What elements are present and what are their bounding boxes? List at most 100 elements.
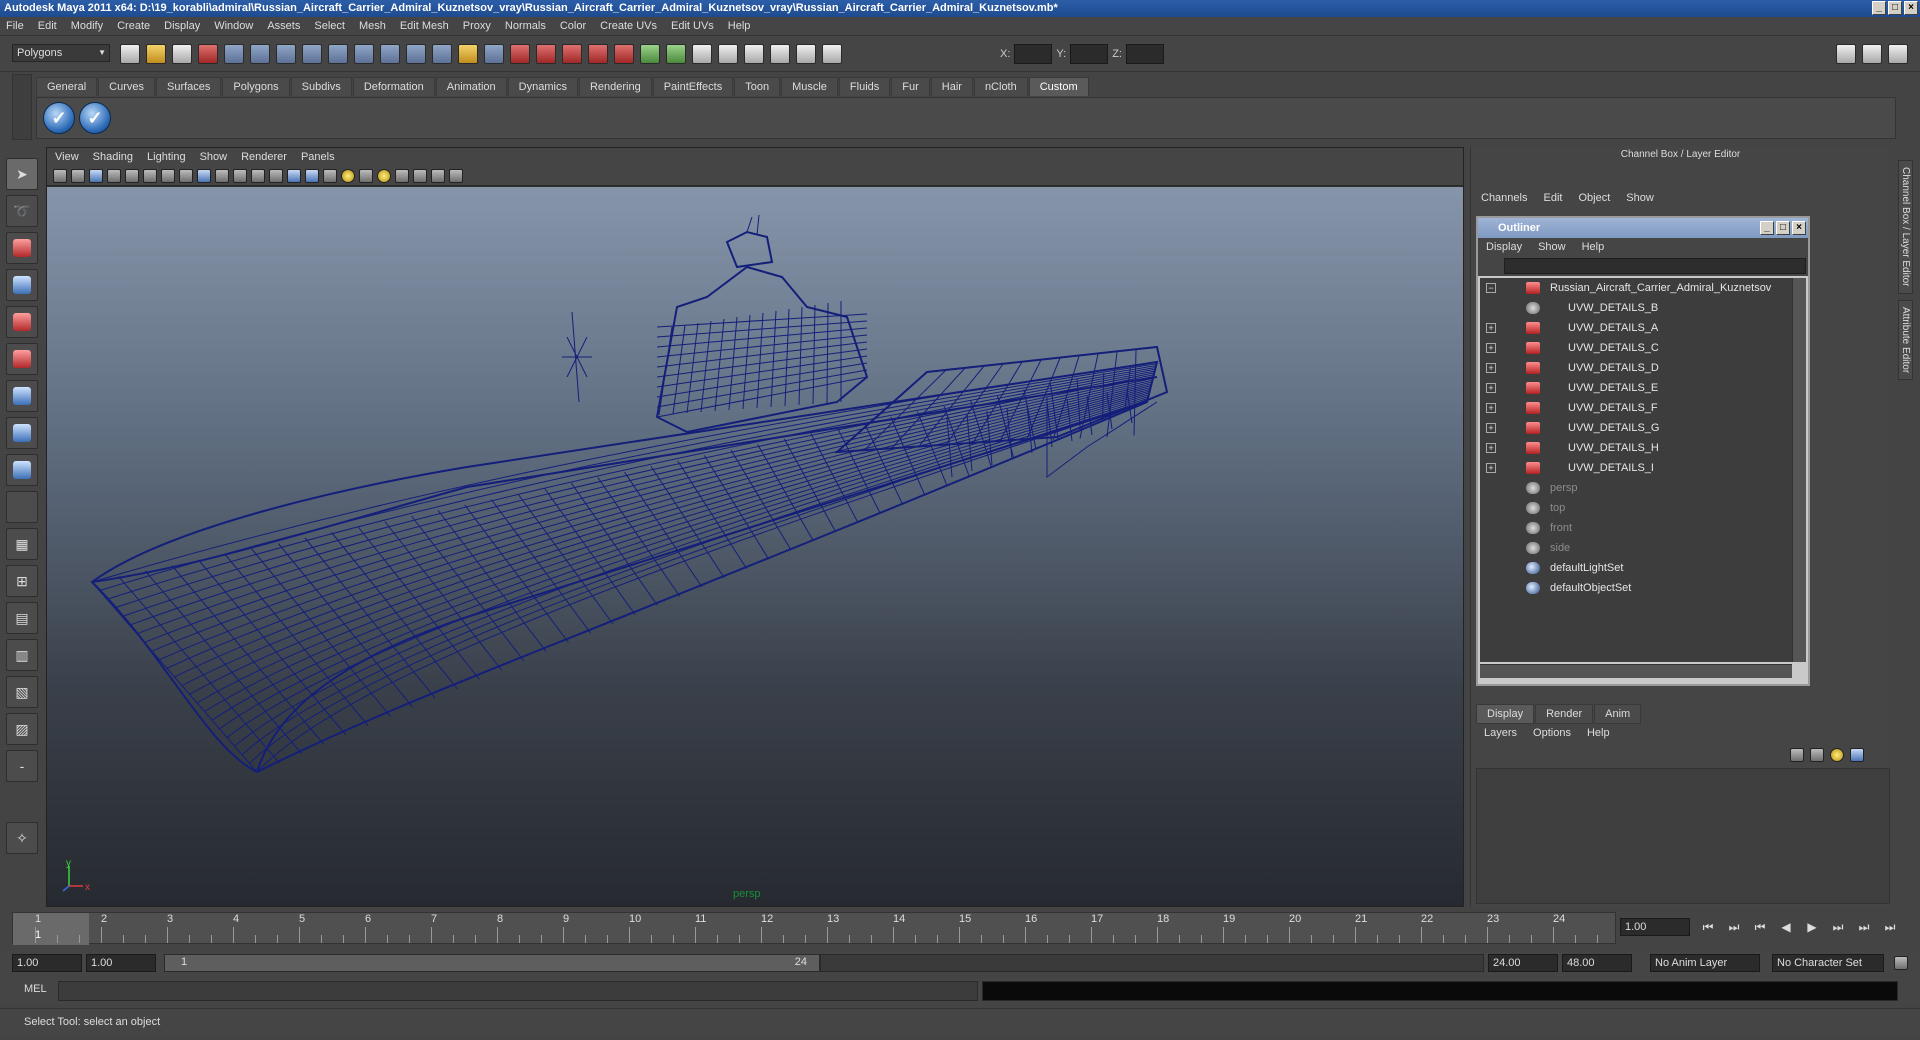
layer-options-menu[interactable]: Options <box>1533 727 1571 739</box>
expand-icon[interactable]: + <box>1486 423 1496 433</box>
outliner-filter-input[interactable] <box>1504 258 1806 274</box>
toggle-channel-box-icon[interactable] <box>1888 44 1908 64</box>
output-ops-icon[interactable] <box>666 44 686 64</box>
time-slider[interactable]: 1 1 2 3 4 5 6 7 8 9 10 11 12 13 14 15 16 17 18 19 20 21 22 23 2… <box>12 912 1616 945</box>
outliner-set-item[interactable]: defaultLightSet <box>1480 558 1792 578</box>
expand-icon[interactable]: + <box>1486 403 1496 413</box>
hypershade-icon[interactable] <box>588 44 608 64</box>
wireframe-on-shaded-icon[interactable] <box>305 168 319 183</box>
use-all-lights-icon[interactable] <box>341 168 355 183</box>
range-slider-handle[interactable]: 1 24 <box>164 954 820 972</box>
shelf-check-button-2[interactable]: ✓ <box>79 102 111 134</box>
shelf-tab-fur[interactable]: Fur <box>891 77 930 96</box>
layout-four-view[interactable]: ⊞ <box>6 565 38 597</box>
collapse-icon[interactable]: − <box>1486 283 1496 293</box>
hypergraph-icon[interactable] <box>744 44 764 64</box>
transform-absolute-icon[interactable] <box>822 44 842 64</box>
menu-edit-uvs[interactable]: Edit UVs <box>671 20 714 32</box>
shelf-tab-dynamics[interactable]: Dynamics <box>507 77 578 96</box>
range-slider-track[interactable] <box>820 954 1484 972</box>
shelf-tab-curves[interactable]: Curves <box>98 77 155 96</box>
ipr-render-icon[interactable] <box>536 44 556 64</box>
shelf-tab-deformation[interactable]: Deformation <box>352 77 435 96</box>
panel-menu-lighting[interactable]: Lighting <box>147 151 186 163</box>
layer-help-menu[interactable]: Help <box>1587 727 1610 739</box>
panel-menu-panels[interactable]: Panels <box>301 151 335 163</box>
help-icon[interactable] <box>432 44 452 64</box>
history-icon[interactable] <box>406 44 426 64</box>
make-live-icon[interactable] <box>380 44 400 64</box>
panel-menu-shading[interactable]: Shading <box>93 151 133 163</box>
select-component-icon[interactable] <box>250 44 270 64</box>
play-forward-button[interactable]: ▶ <box>1804 920 1820 934</box>
select-tool[interactable]: ➤ <box>6 158 38 190</box>
last-tool-slot[interactable] <box>6 491 38 523</box>
move-tool[interactable] <box>6 269 38 301</box>
paint-select-tool[interactable] <box>6 232 38 264</box>
grid-icon[interactable] <box>143 168 157 183</box>
playback-start-field[interactable]: 1.00 <box>86 954 156 972</box>
menu-help[interactable]: Help <box>728 20 751 32</box>
shelf-tab-muscle[interactable]: Muscle <box>781 77 838 96</box>
universal-manipulator-tool[interactable] <box>6 380 38 412</box>
expand-icon[interactable]: + <box>1486 323 1496 333</box>
go-to-end-button[interactable]: ⏭ <box>1882 920 1898 934</box>
high-quality-icon[interactable] <box>377 168 391 183</box>
textured-icon[interactable] <box>323 168 337 183</box>
panel-menu-show[interactable]: Show <box>200 151 228 163</box>
menu-modify[interactable]: Modify <box>71 20 103 32</box>
lock-icon[interactable] <box>458 44 478 64</box>
step-forward-frame-button[interactable]: ⏭ <box>1830 920 1846 934</box>
step-back-key-button[interactable]: ⏭ <box>1726 920 1742 934</box>
snap-curve-icon[interactable] <box>302 44 322 64</box>
expand-icon[interactable]: + <box>1486 343 1496 353</box>
shelf-tab-ncloth[interactable]: nCloth <box>973 77 1028 96</box>
image-plane-icon[interactable] <box>89 168 103 183</box>
graph-editor-icon[interactable] <box>796 44 816 64</box>
rotate-tool[interactable] <box>6 306 38 338</box>
select-hierarchy-icon[interactable] <box>198 44 218 64</box>
outliner-camera-item[interactable]: side <box>1480 538 1792 558</box>
maximize-button[interactable]: □ <box>1888 1 1902 15</box>
outliner-menu-show[interactable]: Show <box>1538 241 1566 253</box>
shadows-icon[interactable] <box>359 168 373 183</box>
outliner-set-item[interactable]: defaultObjectSet <box>1480 578 1792 598</box>
outliner-horizontal-scrollbar[interactable] <box>1480 664 1792 678</box>
current-frame-field[interactable]: 1.00 <box>1620 918 1690 936</box>
xray-joints-icon[interactable] <box>431 168 445 183</box>
layout-single-perspective[interactable]: ▦ <box>6 528 38 560</box>
menu-mesh[interactable]: Mesh <box>359 20 386 32</box>
outliner-maximize-button[interactable]: □ <box>1776 221 1790 235</box>
menu-proxy[interactable]: Proxy <box>463 20 491 32</box>
channels-menu[interactable]: Channels <box>1481 192 1527 204</box>
construction-history-icon[interactable] <box>484 44 504 64</box>
move-layer-up-icon[interactable] <box>1790 748 1804 762</box>
animation-start-field[interactable]: 1.00 <box>12 954 82 972</box>
layout-options[interactable]: - <box>6 750 38 782</box>
snap-point-icon[interactable] <box>328 44 348 64</box>
wireframe-icon[interactable] <box>269 168 283 183</box>
xray-components-icon[interactable] <box>449 168 463 183</box>
layout-persp-outliner[interactable]: ▤ <box>6 602 38 634</box>
grease-pencil-icon[interactable] <box>125 168 139 183</box>
scale-tool[interactable] <box>6 343 38 375</box>
outliner-child-item[interactable]: + UVW_DETAILS_C <box>1480 338 1792 358</box>
panel-menu-view[interactable]: View <box>55 151 79 163</box>
outliner-minimize-button[interactable]: _ <box>1760 221 1774 235</box>
gate-mask-icon[interactable] <box>197 168 211 183</box>
z-field[interactable] <box>1125 44 1164 64</box>
mode-selector[interactable]: Polygons ▼ <box>12 44 110 62</box>
render-settings-icon[interactable] <box>562 44 582 64</box>
channel-object-menu[interactable]: Object <box>1578 192 1610 204</box>
outliner-menu-help[interactable]: Help <box>1582 241 1605 253</box>
outliner-camera-item[interactable]: top <box>1480 498 1792 518</box>
outliner-menu-display[interactable]: Display <box>1486 241 1522 253</box>
outliner-child-item[interactable]: UVW_DETAILS_B <box>1480 298 1792 318</box>
dynamics-tool[interactable]: ✧ <box>6 822 38 854</box>
expand-icon[interactable]: + <box>1486 363 1496 373</box>
outliner-child-item[interactable]: + UVW_DETAILS_D <box>1480 358 1792 378</box>
toggle-attribute-editor-icon[interactable] <box>1836 44 1856 64</box>
two-d-pan-icon[interactable] <box>107 168 121 183</box>
x-field[interactable] <box>1014 44 1053 64</box>
safe-title-icon[interactable] <box>251 168 265 183</box>
